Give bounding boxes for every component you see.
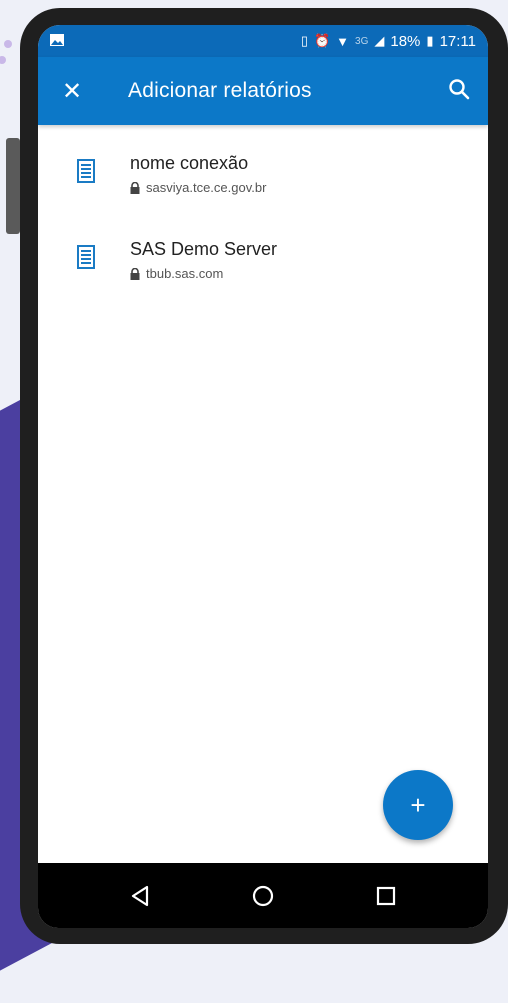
lock-icon — [130, 267, 140, 280]
battery-icon: ▮ — [426, 33, 434, 48]
connection-list: nome conexão sasviya.tce.ce.gov.br SAS D… — [38, 125, 488, 319]
vibrate-icon: ▯ — [300, 33, 308, 48]
connection-host-text: sasviya.tce.ce.gov.br — [146, 180, 267, 195]
connection-host: tbub.sas.com — [130, 266, 277, 281]
signal-icon: ◢ — [374, 33, 385, 48]
wifi-icon: ▼ — [336, 33, 350, 49]
screen: ▯ ⏰ ▼ 3G ◢ 18% ▮ 17:11 ✕ Adicionar relat… — [38, 25, 488, 928]
search-icon[interactable] — [448, 78, 470, 105]
list-item[interactable]: nome conexão sasviya.tce.ce.gov.br — [38, 147, 488, 233]
app-bar: ✕ Adicionar relatórios — [38, 57, 488, 125]
page-title: Adicionar relatórios — [128, 79, 312, 102]
home-icon[interactable] — [233, 876, 293, 916]
status-bar: ▯ ⏰ ▼ 3G ◢ 18% ▮ 17:11 — [38, 25, 488, 57]
add-connection-button[interactable]: + — [383, 770, 453, 840]
server-icon — [76, 159, 98, 185]
connection-host-text: tbub.sas.com — [146, 266, 224, 281]
connection-host: sasviya.tce.ce.gov.br — [130, 180, 266, 195]
gallery-notification-icon — [50, 33, 64, 50]
plus-icon: + — [410, 789, 426, 820]
list-item[interactable]: SAS Demo Server tbub.sas.com — [38, 233, 488, 319]
background-dots — [0, 40, 20, 80]
clock: 17:11 — [439, 32, 476, 50]
back-icon[interactable] — [110, 876, 170, 916]
network-type: 3G — [355, 35, 369, 47]
alarm-icon: ⏰ — [313, 33, 331, 48]
system-nav-bar — [38, 863, 488, 928]
connection-name: nome conexão — [130, 153, 249, 173]
lock-icon — [130, 181, 140, 194]
battery-percent: 18% — [390, 32, 421, 50]
connection-name: SAS Demo Server — [130, 239, 278, 259]
recents-icon[interactable] — [356, 876, 416, 916]
side-button — [6, 138, 20, 234]
close-icon[interactable]: ✕ — [60, 77, 84, 106]
server-icon — [76, 245, 98, 271]
